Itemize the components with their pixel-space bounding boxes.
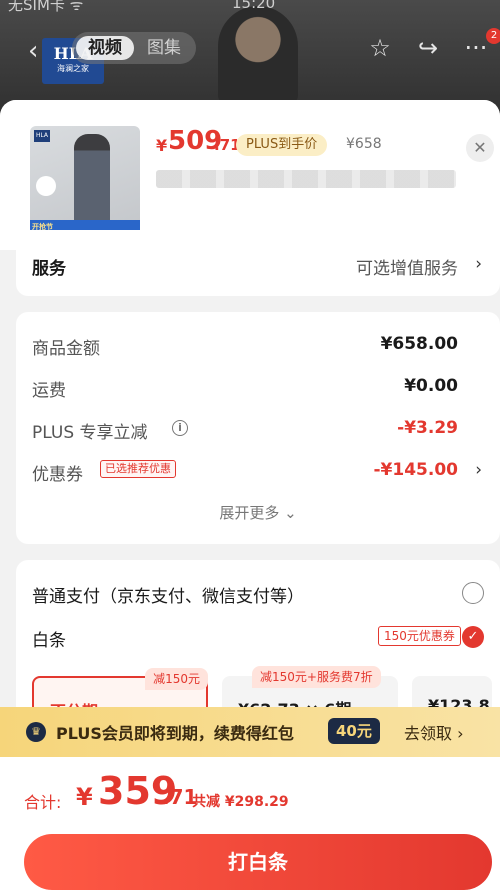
- baitiao-coupon-tag: 150元优惠券: [378, 626, 461, 646]
- sheet-cards: 服务 可选增值服务 › 商品金额 ¥658.00 运费 ¥0.00 PLUS 专…: [0, 100, 500, 760]
- tab-gallery[interactable]: 图集: [136, 36, 192, 60]
- baitiao-radio-checked[interactable]: ✓: [462, 626, 484, 648]
- checkout-bottom-bar: 合计: ¥ 359 .71 共减 ¥298.29 打白条: [0, 757, 500, 896]
- total-symbol: ¥: [76, 783, 93, 811]
- status-time: 15:20: [232, 0, 276, 12]
- brand-logo-subtext: 海澜之家: [57, 64, 89, 73]
- plus-discount-label: PLUS 专享立减: [32, 423, 148, 443]
- shipping-value: ¥0.00: [404, 376, 458, 396]
- total-label: 合计:: [24, 793, 62, 812]
- goods-amount-label: 商品金额: [32, 339, 100, 359]
- goods-amount-value: ¥658.00: [380, 334, 458, 354]
- plus-banner-claim-link[interactable]: 去领取 ›: [404, 720, 464, 744]
- installment-corner-tag: 减150元: [145, 668, 208, 690]
- star-icon[interactable]: ☆: [366, 34, 394, 62]
- installment-corner-tag: 减150元+服务费7折: [252, 666, 381, 688]
- notification-badge: 2: [486, 28, 500, 44]
- total-saving: 共减 ¥298.29: [192, 794, 289, 810]
- coupon-value[interactable]: -¥145.00: [374, 460, 459, 480]
- shipping-label: 运费: [32, 381, 66, 401]
- expand-more-button[interactable]: 展开更多 ⌄: [16, 502, 500, 523]
- service-label: 服务: [32, 259, 66, 279]
- service-card[interactable]: 服务 可选增值服务 ›: [16, 230, 500, 296]
- plus-banner-text: PLUS会员即将到期，续费得红包: [56, 724, 294, 743]
- coupon-recommended-tag: 已选推荐优惠: [100, 460, 176, 478]
- plus-banner-amount: 40元: [328, 718, 380, 744]
- info-icon[interactable]: i: [172, 420, 188, 436]
- normal-payment-radio[interactable]: [462, 582, 484, 604]
- model-photo: [218, 6, 298, 102]
- amount-card: 商品金额 ¥658.00 运费 ¥0.00 PLUS 专享立减 i -¥3.29…: [16, 312, 500, 544]
- submit-order-button[interactable]: 打白条: [24, 834, 492, 890]
- share-icon[interactable]: ↪: [414, 34, 442, 62]
- normal-payment-label[interactable]: 普通支付（京东支付、微信支付等）: [32, 582, 304, 607]
- status-bar: 无SIM卡 ᯤ 15:20: [0, 0, 500, 20]
- carrier-text: 无SIM卡 ᯤ: [8, 0, 84, 14]
- chevron-right-icon: ›: [475, 254, 482, 274]
- tab-video[interactable]: 视频: [76, 36, 134, 60]
- back-arrow-icon[interactable]: ‹: [28, 36, 38, 66]
- coupon-label: 优惠券: [32, 465, 83, 485]
- chevron-right-icon[interactable]: ›: [475, 460, 482, 480]
- plus-renewal-banner[interactable]: ♛ PLUS会员即将到期，续费得红包 40元 去领取 ›: [0, 707, 500, 757]
- plus-discount-value: -¥3.29: [397, 418, 458, 438]
- service-value: 可选增值服务: [356, 259, 458, 279]
- baitiao-label[interactable]: 白条: [32, 626, 66, 651]
- media-tabs: 视频 图集: [72, 32, 196, 64]
- plus-crown-icon: ♛: [26, 722, 46, 742]
